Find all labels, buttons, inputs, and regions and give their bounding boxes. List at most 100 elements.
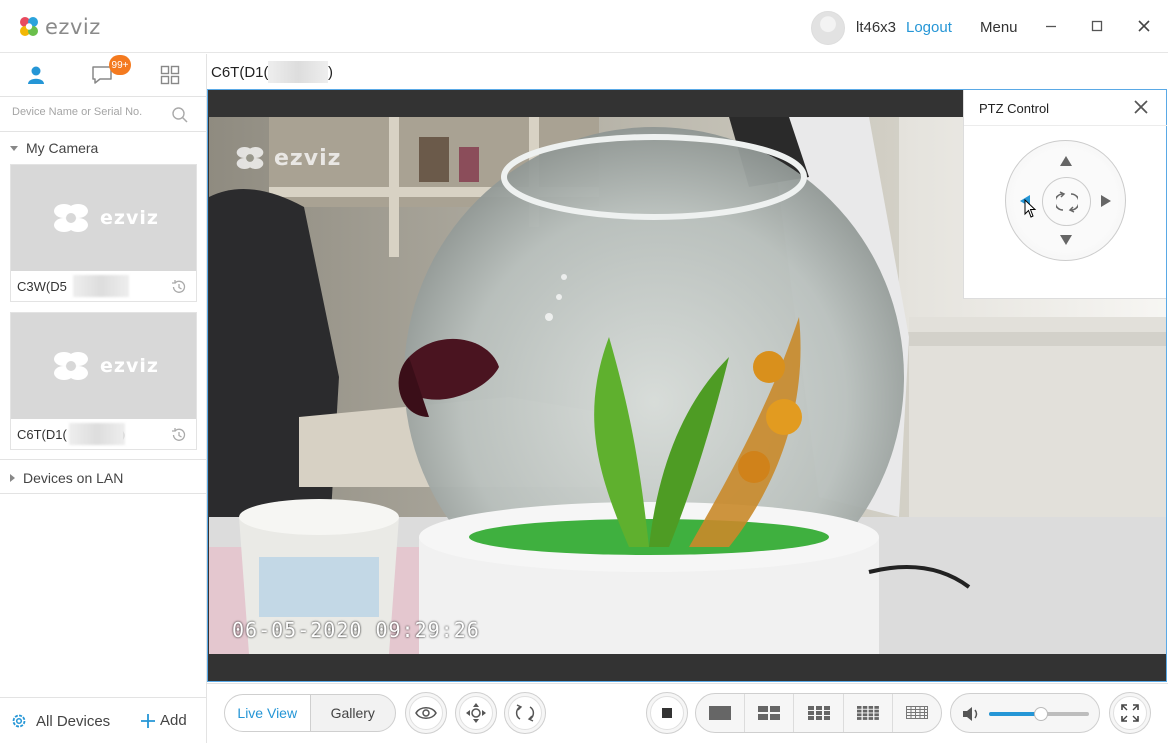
camera-title-suffix: ) xyxy=(328,64,333,81)
sidebar-divider xyxy=(0,493,206,494)
fullscreen-button[interactable] xyxy=(1109,692,1151,734)
message-count-badge: 99+ xyxy=(109,55,131,75)
fullscreen-button-inner xyxy=(1113,696,1147,730)
ezviz-flower-icon xyxy=(54,352,89,380)
maximize-button[interactable] xyxy=(1086,15,1108,37)
app-logo: ezviz xyxy=(16,14,101,40)
sidebar: My Camera ezviz C3W(D5) xyxy=(0,54,207,743)
camera-card-c3w[interactable]: ezviz C3W(D5) xyxy=(10,164,197,302)
video-watermark: ezviz xyxy=(232,143,341,173)
redacted-serial xyxy=(73,275,129,297)
expand-triangle-icon xyxy=(10,474,15,482)
thumbnail-logo-text: ezviz xyxy=(100,207,159,229)
layout-5x5-button[interactable] xyxy=(893,694,941,732)
plus-icon xyxy=(141,713,155,728)
gear-icon xyxy=(12,714,26,728)
ezviz-flower-icon xyxy=(54,204,89,232)
thumbnail-logo-text: ezviz xyxy=(100,355,159,377)
pan-down-arrow-icon[interactable] xyxy=(1059,234,1073,246)
layout-4x4-button[interactable] xyxy=(844,694,893,732)
layout-1x1-button[interactable] xyxy=(696,694,746,732)
camera-card-c6t[interactable]: ezviz C6T(D1() xyxy=(10,312,197,450)
volume-slider[interactable] xyxy=(989,707,1089,721)
gallery-tab[interactable]: Gallery xyxy=(311,695,396,731)
app-name: ezviz xyxy=(45,15,101,39)
camera-thumbnail: ezviz xyxy=(11,313,196,419)
search-icon[interactable] xyxy=(171,106,189,124)
tab-grid[interactable] xyxy=(153,60,187,90)
eye-button-inner xyxy=(409,696,443,730)
minimize-button[interactable] xyxy=(1040,15,1062,37)
layout-selector xyxy=(695,693,942,733)
pan-up-arrow-icon[interactable] xyxy=(1059,155,1073,167)
layout-2x2-button[interactable] xyxy=(745,694,795,732)
add-device-label: Add xyxy=(160,712,187,729)
layout-3x3-button[interactable] xyxy=(794,694,844,732)
user-avatar[interactable] xyxy=(811,11,845,45)
devices-on-lan-section[interactable]: Devices on LAN xyxy=(0,467,206,489)
layout-nine-icon xyxy=(807,706,830,720)
devices-on-lan-label: Devices on LAN xyxy=(23,470,124,486)
ptz-direction-dial xyxy=(1005,140,1126,261)
tab-devices[interactable] xyxy=(19,60,53,90)
history-icon[interactable] xyxy=(170,426,188,444)
close-icon xyxy=(1138,20,1150,32)
layout-sixteen-icon xyxy=(856,706,879,720)
add-device-button[interactable]: Add xyxy=(140,712,187,729)
ptz-title: PTZ Control xyxy=(979,101,1050,116)
layout-twentyfive-icon xyxy=(905,706,928,719)
ezviz-logo-icon xyxy=(20,17,38,36)
pan-right-arrow-icon[interactable] xyxy=(1100,194,1112,208)
title-bar: ezviz lt46x3 Logout Menu xyxy=(0,0,1168,53)
watermark-text: ezviz xyxy=(274,145,342,171)
rotate-icon xyxy=(515,704,535,722)
redacted-serial xyxy=(268,61,328,83)
ptz-rotate-button[interactable] xyxy=(1042,177,1091,226)
volume-control xyxy=(950,693,1100,733)
view-mode-toggle: Live View Gallery xyxy=(224,694,396,732)
sidebar-bottom-bar: All Devices Add xyxy=(0,697,206,743)
device-search-input[interactable] xyxy=(12,106,162,118)
thumbnail-logo: ezviz xyxy=(48,348,159,384)
all-devices-button[interactable]: All Devices xyxy=(10,712,110,730)
all-devices-label: All Devices xyxy=(36,712,111,730)
ptz-header-divider xyxy=(964,125,1167,126)
eye-button[interactable] xyxy=(405,692,447,734)
live-view-tab[interactable]: Live View xyxy=(225,695,311,731)
layout-quad-icon xyxy=(758,706,781,720)
mouse-cursor-icon xyxy=(1024,199,1037,218)
ptz-button[interactable] xyxy=(455,692,497,734)
fullscreen-icon xyxy=(1121,704,1139,722)
menu-button[interactable]: Menu xyxy=(980,19,1018,36)
device-search-bar xyxy=(0,96,206,132)
sidebar-divider xyxy=(0,459,206,460)
refresh-button[interactable] xyxy=(504,692,546,734)
history-icon[interactable] xyxy=(170,278,188,296)
video-timestamp: 06-05-2020 09:29:26 xyxy=(232,618,480,642)
ezviz-flower-icon xyxy=(236,147,264,169)
refresh-button-inner xyxy=(508,696,542,730)
logout-link[interactable]: Logout xyxy=(906,19,952,36)
volume-knob[interactable] xyxy=(1034,707,1048,721)
ptz-button-inner xyxy=(459,696,493,730)
grid-icon xyxy=(160,65,180,85)
collapse-triangle-icon xyxy=(10,145,18,151)
close-window-button[interactable] xyxy=(1133,15,1155,37)
layout-single-icon xyxy=(709,706,732,720)
sidebar-tabs xyxy=(0,54,206,96)
rotate-icon xyxy=(1055,190,1078,213)
camera-title: C6T(D1( xyxy=(211,64,269,81)
stop-icon xyxy=(662,708,672,718)
my-camera-section[interactable]: My Camera xyxy=(0,137,206,159)
redacted-serial xyxy=(69,423,125,445)
stop-button[interactable] xyxy=(646,692,688,734)
speaker-icon[interactable] xyxy=(961,704,983,724)
my-camera-label: My Camera xyxy=(26,140,99,156)
thumbnail-logo: ezviz xyxy=(48,200,159,236)
username-label: lt46x3 xyxy=(856,19,897,36)
close-icon[interactable] xyxy=(1132,98,1150,116)
eye-icon xyxy=(415,707,437,719)
person-icon xyxy=(28,66,44,84)
minimize-icon xyxy=(1046,25,1056,28)
ptz-direction-icon xyxy=(466,703,486,723)
